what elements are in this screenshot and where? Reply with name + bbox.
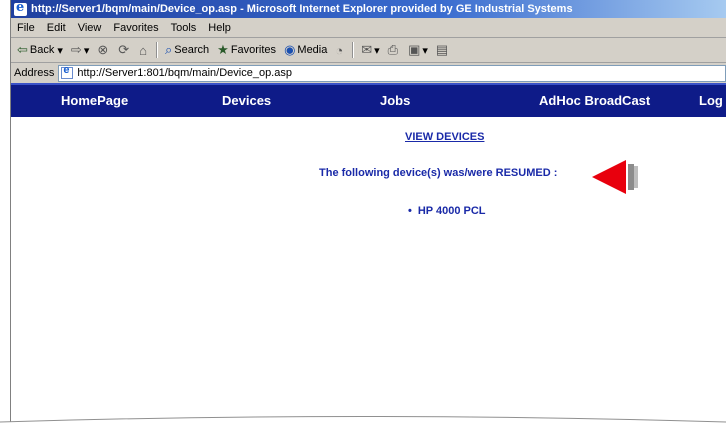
ie-logo-icon [14,0,27,16]
title-bar: http://Server1/bqm/main/Device_op.asp - … [11,0,726,18]
list-item: • HP 4000 PCL [408,205,486,217]
search-icon: ⌕ [165,42,173,57]
page-curl-shadow [0,416,726,425]
home-icon: ⌂ [139,42,148,58]
discuss-icon: ▤ [435,42,449,57]
back-label: Back [29,44,55,56]
browser-window: http://Server1/bqm/main/Device_op.asp - … [10,0,726,425]
window-title: http://Server1/bqm/main/Device_op.asp - … [31,3,573,15]
red-pointer-arrow-icon [592,160,638,194]
refresh-button[interactable]: ⟳ [114,42,135,58]
home-button[interactable]: ⌂ [135,43,153,58]
search-label: Search [174,44,210,56]
stop-button[interactable]: ⊗ [93,42,114,58]
search-button[interactable]: ⌕ Search [161,42,213,58]
view-devices-link[interactable]: VIEW DEVICES [405,131,484,143]
menu-file[interactable]: File [11,22,41,34]
nav-adhoc-broadcast[interactable]: AdHoc BroadCast [539,93,650,108]
favorites-label: Favorites [230,44,277,56]
dropdown-arrow-icon[interactable]: ▾ [422,44,428,57]
edit-icon: ▣ [408,42,421,57]
print-button[interactable]: ⎙ [384,42,404,58]
back-button[interactable]: ⇦ Back ▾ [13,42,67,58]
nav-devices[interactable]: Devices [222,93,271,108]
nav-jobs[interactable]: Jobs [380,93,410,108]
dropdown-arrow-icon[interactable]: ▾ [374,44,380,57]
status-message: The following device(s) was/were RESUMED… [319,167,558,179]
dropdown-arrow-icon[interactable]: ▾ [84,44,90,57]
toolbar-separator [352,42,355,58]
mail-icon: ✉ [361,42,373,57]
device-list: • HP 4000 PCL [408,205,486,217]
site-nav-bar: HomePage Devices Jobs AdHoc BroadCast Lo… [11,83,726,117]
history-button[interactable]: ◔ [331,43,349,58]
bullet-icon: • [408,205,412,217]
menu-help[interactable]: Help [202,22,237,34]
address-url: http://Server1:801/bqm/main/Device_op.as… [77,67,292,79]
menu-bar: File Edit View Favorites Tools Help [11,18,726,38]
device-name: HP 4000 PCL [417,205,486,217]
toolbar-separator [156,42,159,58]
menu-tools[interactable]: Tools [165,22,203,34]
dropdown-arrow-icon[interactable]: ▾ [57,44,63,57]
menu-favorites[interactable]: Favorites [107,22,164,34]
nav-log[interactable]: Log [699,93,723,108]
forward-button[interactable]: ⇨ ▾ [67,42,93,58]
discuss-button[interactable]: ▤ [432,42,454,58]
refresh-icon: ⟳ [118,42,130,57]
history-icon: ◔ [335,42,344,58]
media-button[interactable]: ◉ Media [280,42,331,58]
media-label: Media [297,44,328,56]
back-arrow-icon: ⇦ [17,42,28,57]
toolbar: ⇦ Back ▾ ⇨ ▾ ⊗ ⟳ ⌂ ⌕ Search ★ Favorites … [11,38,726,63]
address-label: Address [14,67,55,79]
page-icon [61,64,74,79]
favorites-button[interactable]: ★ Favorites [213,42,280,58]
favorites-icon: ★ [217,42,229,57]
edit-button[interactable]: ▣ ▾ [404,42,432,58]
nav-homepage[interactable]: HomePage [61,93,128,108]
page-content: HomePage Devices Jobs AdHoc BroadCast Lo… [11,83,726,425]
media-icon: ◉ [284,42,296,57]
menu-view[interactable]: View [72,22,108,34]
address-bar: Address http://Server1:801/bqm/main/Devi… [11,63,726,84]
forward-arrow-icon: ⇨ [70,42,82,57]
stop-icon: ⊗ [97,42,109,57]
mail-button[interactable]: ✉ ▾ [357,42,383,58]
menu-edit[interactable]: Edit [41,22,72,34]
address-input[interactable]: http://Server1:801/bqm/main/Device_op.as… [58,64,726,82]
print-icon: ⎙ [387,42,399,57]
